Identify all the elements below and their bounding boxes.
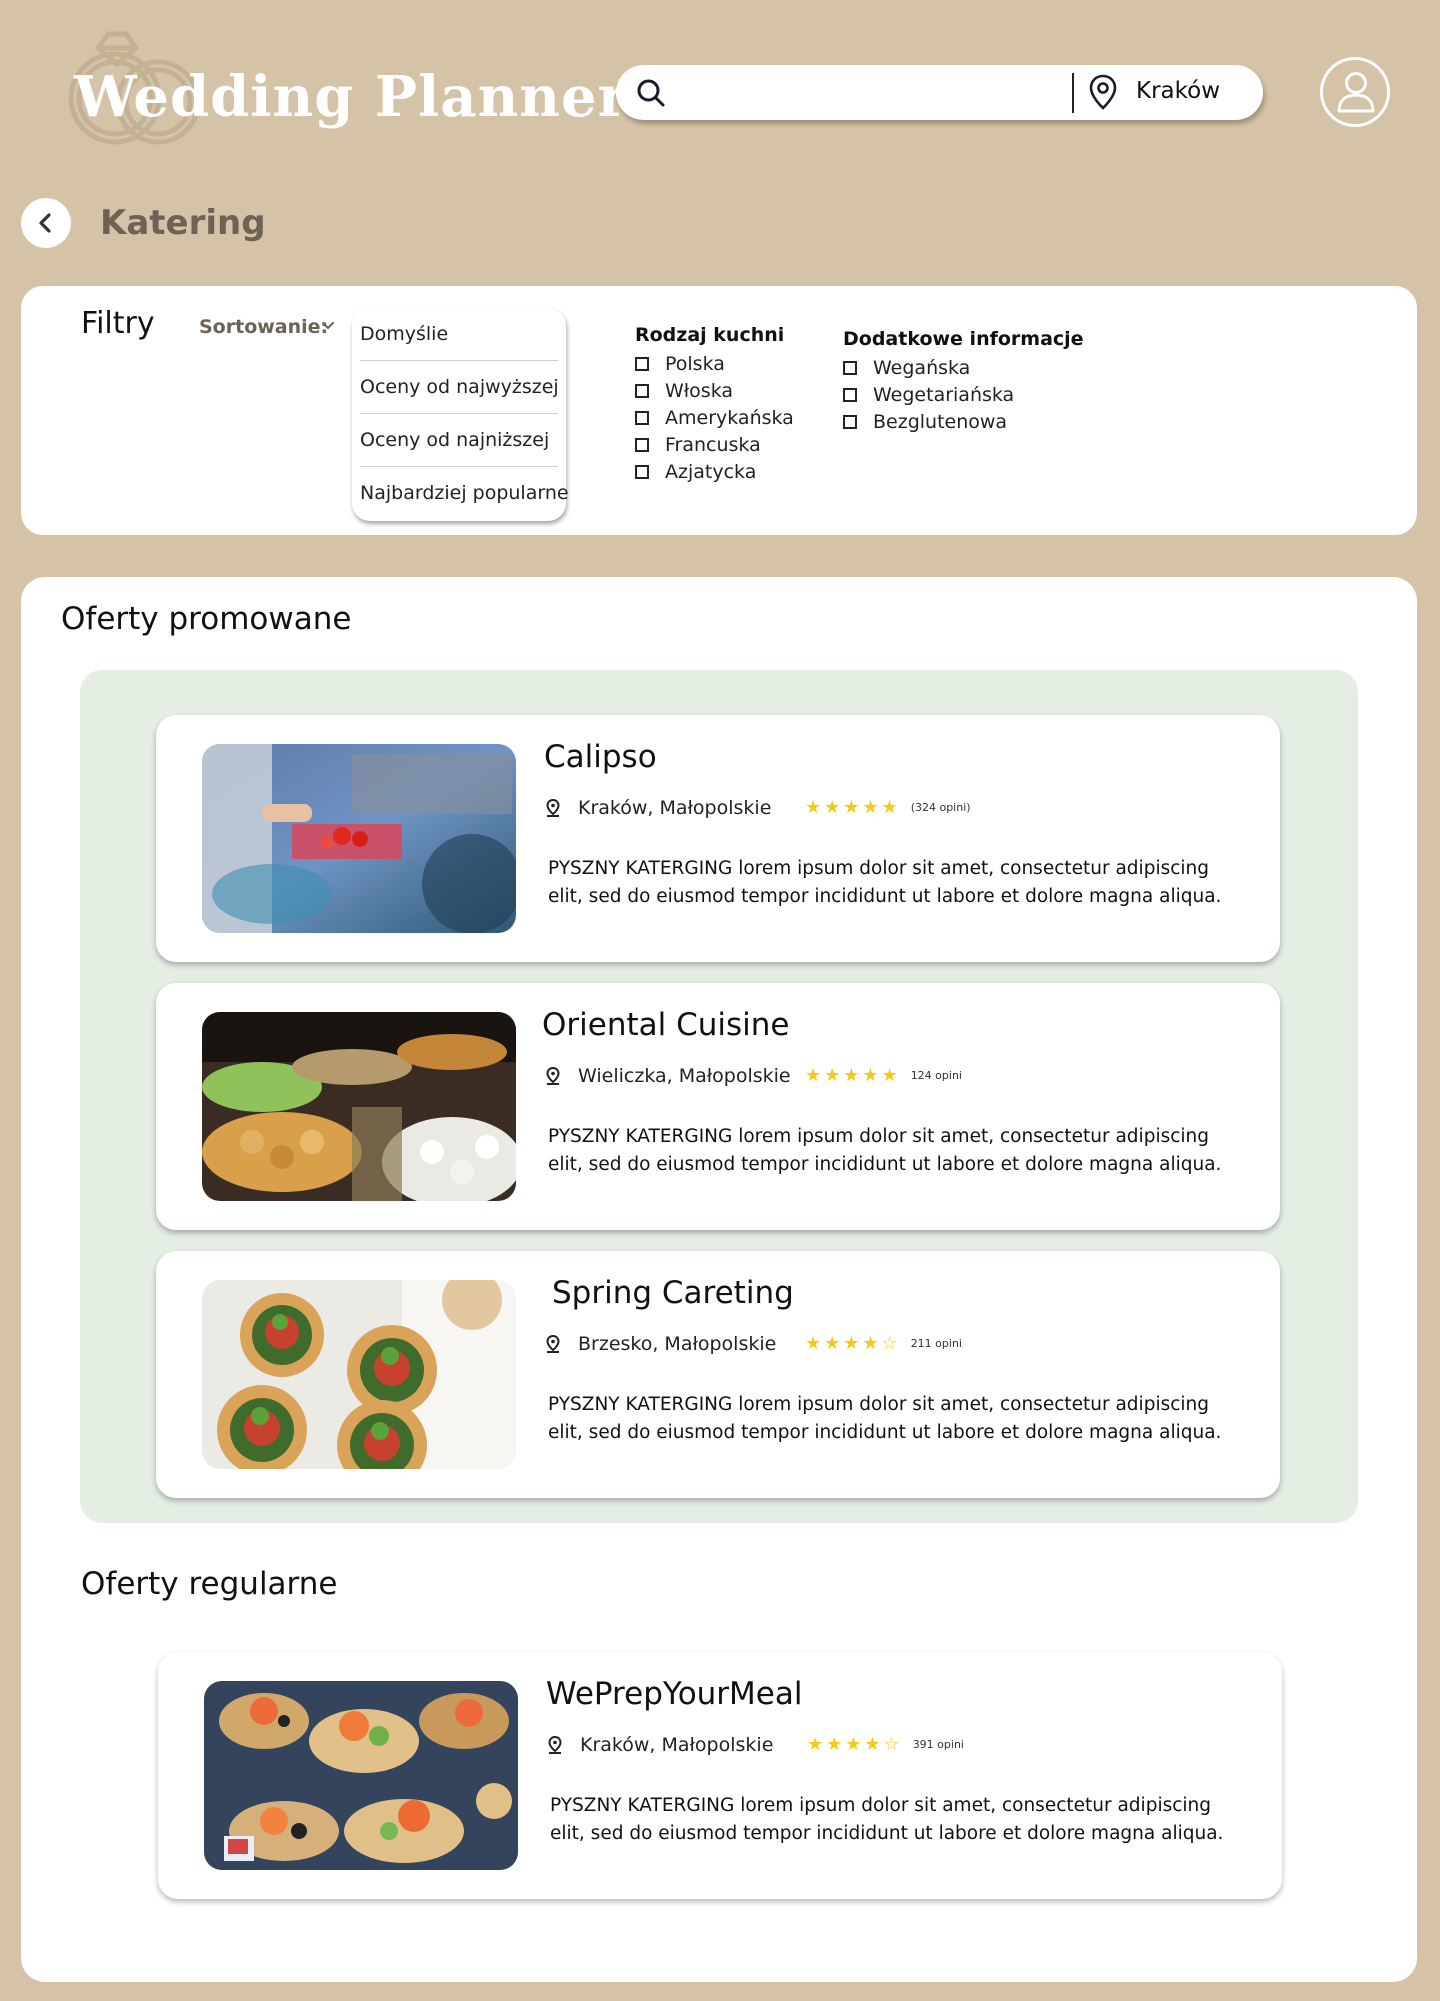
offer-description: PYSZNY KATERGING lorem ipsum dolor sit a… <box>550 1795 1224 1844</box>
offer-location: Kraków, Małopolskie <box>546 797 771 819</box>
cuisine-option[interactable]: Azjatycka <box>635 458 794 485</box>
offer-card[interactable]: WePrepYourMeal Kraków, Małopolskie ★★★★☆… <box>158 1652 1282 1899</box>
offer-card[interactable]: Calipso Kraków, Małopolskie ★★★★★ (324 o… <box>156 715 1280 962</box>
offer-description: PYSZNY KATERGING lorem ipsum dolor sit a… <box>548 1394 1222 1443</box>
wedding-planner-logo[interactable]: Wedding Planner <box>40 10 627 150</box>
food-photo-cooking <box>202 744 516 933</box>
extra-option[interactable]: Wegańska <box>843 354 1084 381</box>
sort-label[interactable]: Sortowanie: <box>199 316 328 338</box>
cuisine-option[interactable]: Francuska <box>635 431 794 458</box>
sort-dropdown[interactable]: Domyślie Oceny od najwyższej Oceny od na… <box>352 308 569 521</box>
offer-rating: ★★★★★ 124 opini <box>805 1065 962 1086</box>
cuisine-filter-group: Rodzaj kuchni Polska Włoska Amerykańska … <box>635 324 794 485</box>
search-icon[interactable] <box>636 78 666 108</box>
offer-location: Brzesko, Małopolskie <box>546 1333 776 1355</box>
offer-location-label: Wieliczka, Małopolskie <box>578 1065 791 1087</box>
chevron-down-icon[interactable] <box>322 322 334 330</box>
offer-image[interactable] <box>202 1280 516 1469</box>
filters-title: Filtry <box>81 306 155 341</box>
map-pin-icon <box>546 799 560 817</box>
offer-location-label: Brzesko, Małopolskie <box>578 1333 777 1355</box>
offer-name[interactable]: Spring Careting <box>552 1275 794 1311</box>
cuisine-option-label: Amerykańska <box>665 406 794 429</box>
location-pin-icon[interactable] <box>1088 74 1118 110</box>
location-select[interactable]: Kraków <box>1136 78 1220 104</box>
cuisine-option-label: Polska <box>665 352 725 375</box>
offer-description: PYSZNY KATERGING lorem ipsum dolor sit a… <box>548 1126 1222 1175</box>
offer-rating: ★★★★★ (324 opini) <box>805 797 971 818</box>
offer-name[interactable]: Oriental Cuisine <box>542 1007 790 1043</box>
star-rating: ★★★★☆ <box>805 1333 901 1354</box>
checkbox[interactable] <box>635 437 649 452</box>
extra-option[interactable]: Bezglutenowa <box>843 408 1084 435</box>
map-pin-icon <box>546 1067 560 1085</box>
cuisine-option[interactable]: Polska <box>635 350 794 377</box>
offer-location: Wieliczka, Małopolskie <box>546 1065 791 1087</box>
offer-image[interactable] <box>202 744 516 933</box>
checkbox[interactable] <box>843 414 857 429</box>
sort-option-rating-asc[interactable]: Oceny od najniższej <box>360 414 558 467</box>
promoted-section-title: Oferty promowane <box>61 601 352 637</box>
review-count[interactable]: 124 opini <box>911 1069 962 1082</box>
food-photo-buffet <box>202 1012 516 1201</box>
chevron-left-icon <box>39 213 51 233</box>
star-rating: ★★★★☆ <box>807 1734 903 1755</box>
sort-option-default[interactable]: Domyślie <box>360 308 558 361</box>
search-bar[interactable]: Kraków <box>616 65 1263 120</box>
extra-option[interactable]: Wegetariańska <box>843 381 1084 408</box>
offer-description: PYSZNY KATERGING lorem ipsum dolor sit a… <box>548 858 1222 907</box>
food-photo-appetizers <box>204 1681 518 1870</box>
extra-option-label: Bezglutenowa <box>873 410 1008 433</box>
offer-location-label: Kraków, Małopolskie <box>578 797 772 819</box>
profile-button[interactable] <box>1320 57 1390 127</box>
cuisine-option[interactable]: Włoska <box>635 377 794 404</box>
checkbox[interactable] <box>635 383 649 398</box>
offer-location-label: Kraków, Małopolskie <box>580 1734 774 1756</box>
offers-panel: Oferty promowane Calipso Kraków, Małopol… <box>21 577 1417 1982</box>
checkbox[interactable] <box>843 387 857 402</box>
offer-location: Kraków, Małopolskie <box>548 1734 773 1756</box>
promoted-offers-area: Calipso Kraków, Małopolskie ★★★★★ (324 o… <box>80 670 1358 1523</box>
cuisine-option-label: Azjatycka <box>665 460 757 483</box>
extra-filter-group: Dodatkowe informacje Wegańska Wegetariań… <box>843 328 1084 435</box>
offer-card[interactable]: Spring Careting Brzesko, Małopolskie ★★★… <box>156 1251 1280 1498</box>
checkbox[interactable] <box>843 360 857 375</box>
cuisine-option-label: Włoska <box>665 379 734 402</box>
back-button[interactable] <box>21 198 71 248</box>
cuisine-option[interactable]: Amerykańska <box>635 404 794 431</box>
map-pin-icon <box>548 1736 562 1754</box>
offer-rating: ★★★★☆ 211 opini <box>805 1333 962 1354</box>
offer-card[interactable]: Oriental Cuisine Wieliczka, Małopolskie … <box>156 983 1280 1230</box>
checkbox[interactable] <box>635 464 649 479</box>
review-count[interactable]: 391 opini <box>913 1738 964 1751</box>
review-count[interactable]: 211 opini <box>911 1337 962 1350</box>
extra-option-label: Wegetariańska <box>873 383 1015 406</box>
food-photo-canapes <box>202 1280 516 1469</box>
offer-rating: ★★★★☆ 391 opini <box>807 1734 964 1755</box>
offer-image[interactable] <box>202 1012 516 1201</box>
offer-image[interactable] <box>204 1681 518 1870</box>
extra-option-label: Wegańska <box>873 356 971 379</box>
star-rating: ★★★★★ <box>805 1065 901 1086</box>
sort-option-popular[interactable]: Najbardziej popularne <box>360 467 569 520</box>
review-count[interactable]: (324 opini) <box>911 801 971 814</box>
filters-panel: Filtry Sortowanie: Domyślie Oceny od naj… <box>21 286 1417 535</box>
offer-name[interactable]: Calipso <box>544 739 657 775</box>
extra-filter-title: Dodatkowe informacje <box>843 328 1084 350</box>
user-icon <box>1337 72 1375 113</box>
page-title: Katering <box>100 203 266 243</box>
regular-section-title: Oferty regularne <box>81 1566 338 1602</box>
logo-text: Wedding Planner <box>74 64 629 130</box>
cuisine-filter-title: Rodzaj kuchni <box>635 324 785 346</box>
sort-option-rating-desc[interactable]: Oceny od najwyższej <box>360 361 559 414</box>
map-pin-icon <box>546 1335 560 1353</box>
checkbox[interactable] <box>635 410 649 425</box>
offer-name[interactable]: WePrepYourMeal <box>546 1676 802 1712</box>
cuisine-option-label: Francuska <box>665 433 761 456</box>
checkbox[interactable] <box>635 356 649 371</box>
search-divider <box>1072 73 1074 113</box>
search-input[interactable] <box>678 73 1078 111</box>
star-rating: ★★★★★ <box>805 797 901 818</box>
